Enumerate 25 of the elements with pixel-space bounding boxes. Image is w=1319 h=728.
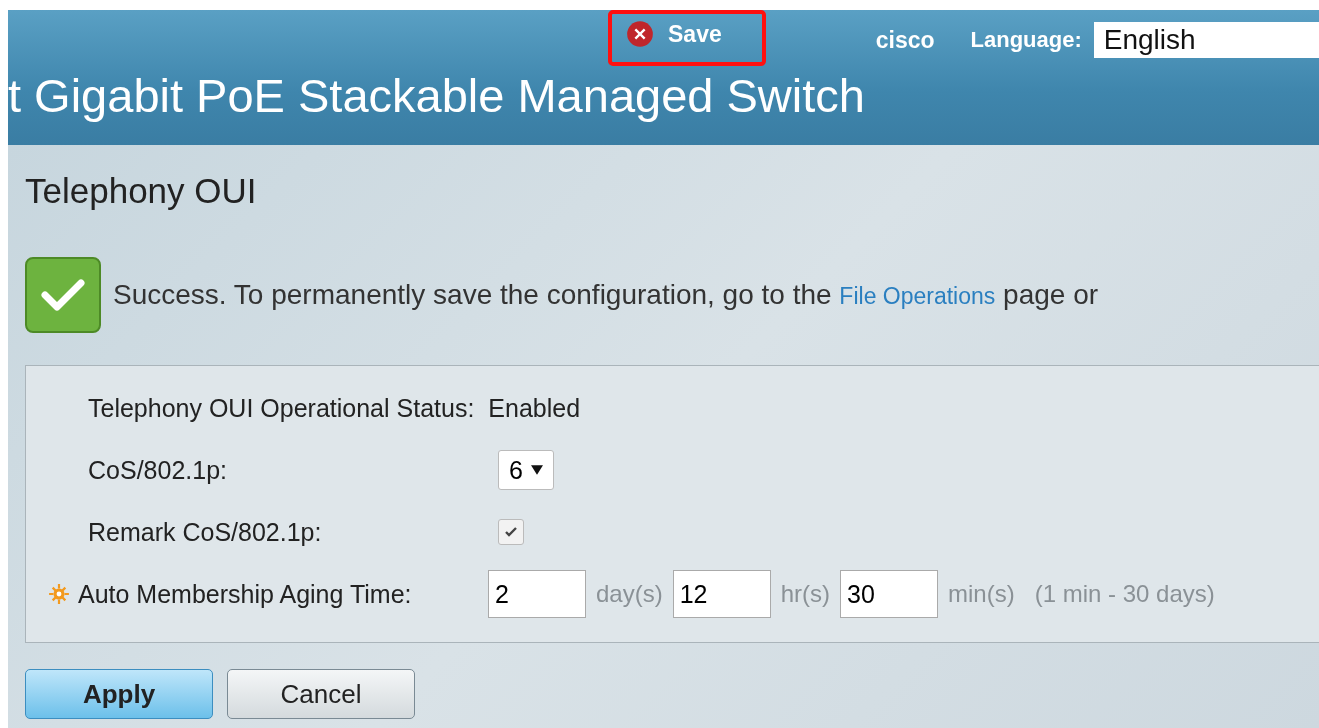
unit-label: min(s) xyxy=(948,580,1015,608)
apply-button[interactable]: Apply xyxy=(25,669,213,719)
close-icon xyxy=(626,20,654,48)
status-label: Telephony OUI Operational Status: xyxy=(88,393,475,423)
remark-checkbox[interactable] xyxy=(498,519,524,545)
cos-select[interactable]: 6 xyxy=(498,450,554,490)
unit-label: day(s) xyxy=(596,580,663,608)
unit-label: hr(s) xyxy=(780,580,830,608)
cos-label: CoS/802.1p: xyxy=(88,455,228,485)
page-title: Telephony OUI xyxy=(25,171,258,212)
aging-input[interactable]: 30 xyxy=(840,570,938,618)
product-title: t Gigabit PoE Stackable Managed Switch xyxy=(8,68,866,123)
status-value: Enabled xyxy=(488,393,581,423)
language-select[interactable]: English xyxy=(1093,22,1319,58)
language-label: Language: xyxy=(970,27,1082,53)
user-name: cisco xyxy=(875,26,935,54)
cancel-button[interactable]: Cancel xyxy=(227,669,415,719)
aging-label: Auto Membership Aging Time: xyxy=(78,579,413,609)
check-icon xyxy=(25,257,101,333)
caret-icon xyxy=(530,465,543,475)
aging-input[interactable]: 2 xyxy=(488,570,586,618)
aging-input[interactable]: 12 xyxy=(672,570,771,618)
remark-label: Remark CoS/802.1p: xyxy=(88,517,323,547)
range-hint: (1 min - 30 days) xyxy=(1034,580,1215,608)
success-message: Success. To permanently save the configuration, go to the File Operations page or xyxy=(113,279,1099,311)
